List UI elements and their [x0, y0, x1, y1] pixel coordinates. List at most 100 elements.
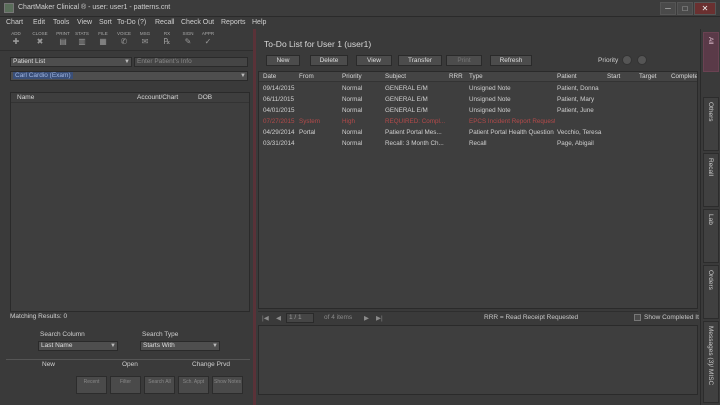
menu-tools[interactable]: Tools: [53, 19, 69, 26]
menu-check-out[interactable]: Check Out: [181, 19, 214, 26]
menu-reports[interactable]: Reports: [221, 19, 246, 26]
toolbar: ADD ✚ CLOSE ✖ PRINT ▤ STATS ▥ FILE ▦ VOICE ✆ M…: [0, 29, 254, 51]
tab-others[interactable]: Others: [703, 97, 719, 151]
col-dob[interactable]: DOB: [198, 94, 212, 101]
col-rrr[interactable]: RRR: [449, 73, 463, 80]
todo-title: To-Do List for User 1 (user1): [264, 39, 372, 49]
delete-todo-button[interactable]: Delete: [310, 55, 348, 66]
priority-up-icon[interactable]: [622, 55, 632, 65]
tool-voice[interactable]: VOICE ✆: [114, 31, 134, 50]
next-page-icon[interactable]: ▶: [364, 314, 369, 322]
menu-help[interactable]: Help: [252, 19, 266, 26]
table-row[interactable]: 03/31/2014 Normal Recall: 3 Month Ch... …: [259, 139, 697, 149]
col-account-chart[interactable]: Account/Chart: [137, 94, 178, 101]
table-row[interactable]: 07/27/2015 System High REQUIRED: Compl..…: [259, 117, 697, 127]
tool-appr[interactable]: APPR ✓: [198, 31, 218, 50]
cell-type: EPCS Incident Report Requested: [469, 118, 555, 125]
filter-button[interactable]: Filter: [110, 376, 141, 394]
refresh-todo-button[interactable]: Refresh: [490, 55, 532, 66]
tool-rx[interactable]: RX ℞: [157, 31, 177, 50]
matching-results: Matching Results: 0: [10, 313, 68, 320]
new-patient-tab[interactable]: New: [42, 361, 55, 368]
transfer-todo-button[interactable]: Transfer: [398, 55, 442, 66]
cell-patient: Patient, June: [557, 107, 594, 114]
tool-close[interactable]: CLOSE ✖: [30, 31, 50, 50]
todo-category-tabs: All Others Recall Lab Orders Messages (3…: [700, 29, 720, 405]
tab-label: Lab: [707, 214, 714, 225]
patient-search-input[interactable]: Enter Patient's Info: [134, 57, 248, 67]
menu-recall[interactable]: Recall: [155, 19, 174, 26]
tool-label: APPR: [201, 31, 215, 36]
search-type-select[interactable]: Starts With ▼: [140, 341, 220, 351]
patient-list-select[interactable]: Patient List ▼: [10, 57, 132, 67]
open-patient-tab[interactable]: Open: [122, 361, 138, 368]
col-priority[interactable]: Priority: [342, 73, 362, 80]
cell-type: Patient Portal Health Question: [469, 129, 554, 136]
last-page-icon[interactable]: ▶|: [376, 314, 383, 322]
tool-add[interactable]: ADD ✚: [6, 31, 26, 50]
tab-messages[interactable]: Messages (3)/ MISC: [703, 321, 719, 403]
col-start[interactable]: Start: [607, 73, 620, 80]
close-chart-icon: ✖: [36, 37, 44, 46]
search-all-button[interactable]: Search All: [144, 376, 175, 394]
close-button[interactable]: ✕: [694, 2, 716, 15]
todo-grid[interactable]: Date From Priority Subject RRR Type Pati…: [258, 71, 698, 309]
recent-button[interactable]: Recent: [76, 376, 107, 394]
menu-chart[interactable]: Chart: [6, 19, 23, 26]
print-todo-button[interactable]: Print: [446, 55, 482, 66]
maximize-button[interactable]: □: [677, 2, 693, 15]
search-column-select[interactable]: Last Name ▼: [38, 341, 118, 351]
tab-all[interactable]: All: [703, 32, 719, 72]
cell-patient: Patient, Donna: [557, 85, 599, 92]
tool-label: VOICE: [116, 31, 131, 36]
patient-list-value: Patient List: [13, 58, 46, 65]
col-type[interactable]: Type: [469, 73, 483, 80]
cell-priority: Normal: [342, 140, 363, 147]
window-title: ChartMaker Clinical ® - user: user1 - pa…: [18, 4, 171, 11]
table-row[interactable]: 06/11/2015 Normal GENERAL E/M Unsigned N…: [259, 95, 697, 105]
menu-todo[interactable]: To-Do (?): [117, 19, 146, 26]
menu-edit[interactable]: Edit: [33, 19, 45, 26]
tool-file[interactable]: FILE ▦: [93, 31, 113, 50]
minimize-button[interactable]: ─: [660, 2, 676, 15]
tab-label: Recall: [707, 158, 714, 177]
col-name[interactable]: Name: [17, 94, 34, 101]
new-todo-button[interactable]: New: [266, 55, 300, 66]
tab-recall[interactable]: Recall: [703, 153, 719, 207]
show-notes-button[interactable]: Show Notes: [212, 376, 243, 394]
table-row[interactable]: 09/14/2015 Normal GENERAL E/M Unsigned N…: [259, 84, 697, 94]
cell-priority: Normal: [342, 129, 363, 136]
cell-subject: GENERAL E/M: [385, 107, 428, 114]
table-row[interactable]: 04/01/2015 Normal GENERAL E/M Unsigned N…: [259, 106, 697, 116]
col-subject[interactable]: Subject: [385, 73, 406, 80]
show-completed-checkbox[interactable]: [634, 314, 641, 321]
table-row[interactable]: 04/29/2014 Portal Normal Patient Portal …: [259, 128, 697, 138]
col-from[interactable]: From: [299, 73, 314, 80]
cell-date: 06/11/2015: [263, 96, 295, 103]
tool-sign[interactable]: SIGN ✎: [178, 31, 198, 50]
col-patient[interactable]: Patient: [557, 73, 577, 80]
provider-select[interactable]: Carl Cardio (Exam) ▼: [10, 71, 248, 81]
tool-stats[interactable]: STATS ▥: [72, 31, 92, 50]
voice-icon: ✆: [120, 37, 128, 46]
first-page-icon[interactable]: |◀: [262, 314, 269, 322]
priority-down-icon[interactable]: [637, 55, 647, 65]
change-provider-tab[interactable]: Change Prvd: [192, 361, 230, 368]
tab-lab[interactable]: Lab: [703, 209, 719, 263]
tool-print[interactable]: PRINT ▤: [53, 31, 73, 50]
col-date[interactable]: Date: [263, 73, 276, 80]
tool-label: RX: [163, 31, 171, 36]
menu-view[interactable]: View: [77, 19, 92, 26]
cell-date: 04/29/2014: [263, 129, 295, 136]
tool-msg[interactable]: MSG ✉: [135, 31, 155, 50]
view-todo-button[interactable]: View: [356, 55, 392, 66]
col-target[interactable]: Target: [639, 73, 657, 80]
page-input[interactable]: 1 / 1: [286, 313, 314, 323]
patient-list[interactable]: Name Account/Chart DOB: [10, 92, 250, 312]
prev-page-icon[interactable]: ◀: [276, 314, 281, 322]
print-icon: ▤: [59, 37, 67, 46]
menu-sort[interactable]: Sort: [99, 19, 112, 26]
schedule-appointment-button[interactable]: Sch. Appt: [178, 376, 209, 394]
tab-orders[interactable]: Orders: [703, 265, 719, 319]
col-complete[interactable]: Complete: [671, 73, 697, 80]
